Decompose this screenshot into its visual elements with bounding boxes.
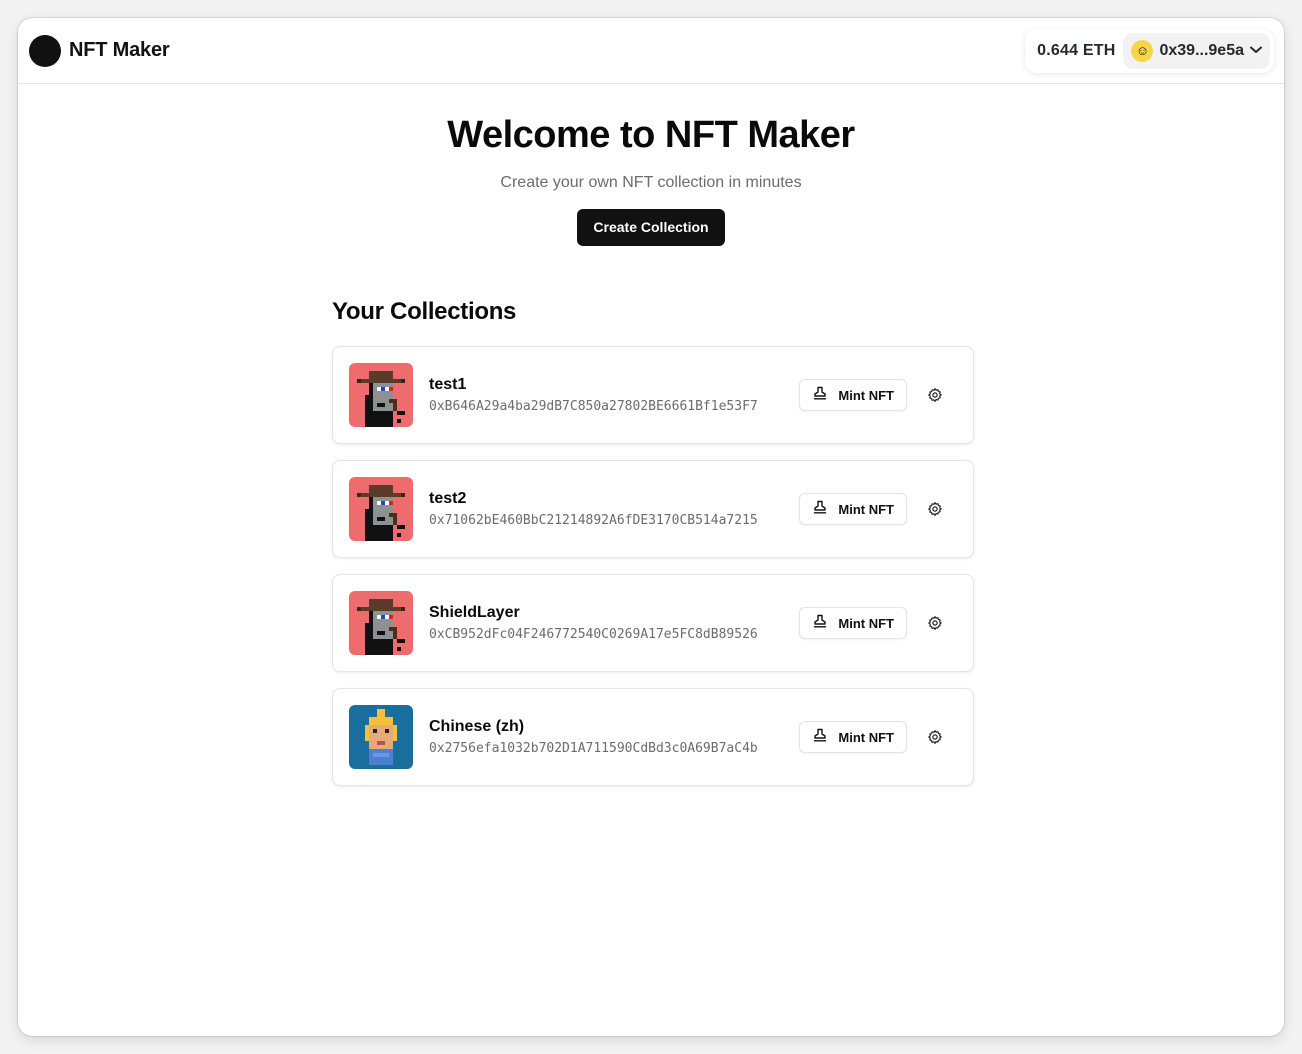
mint-nft-label: Mint NFT [838,729,894,745]
gear-icon[interactable] [925,613,945,633]
gear-icon[interactable] [925,727,945,747]
contract-address: 0x71062bE460BbC21214892A6fDE3170CB514a72… [429,513,758,528]
account-button[interactable]: ☺ 0x39...9e5a [1123,32,1270,69]
collection-card-2[interactable]: test2 0x71062bE460BbC21214892A6fDE3170CB… [332,460,974,558]
collection-name: test1 [429,376,467,393]
stamp-icon [813,728,827,746]
collection-name: test2 [429,490,467,507]
smiley-emoji-icon: ☺ [1131,39,1154,62]
mint-nft-button[interactable]: Mint NFT [799,379,907,411]
wallet-balance[interactable]: 0.644 ETH [1037,42,1115,60]
app-window: NFT Maker 0.644 ETH ☺ 0x39...9e5a Welcom… [18,18,1284,1036]
collections-section: Your Collections test1 0xB646A29a4ba29dB… [332,298,974,786]
collection-list: test1 0xB646A29a4ba29dB7C850a27802BE6661… [332,346,974,786]
contract-address: 0xCB952dFc04F246772540C0269A17e5FC8dB895… [429,627,758,642]
mint-nft-button[interactable]: Mint NFT [799,493,907,525]
wallet-address: 0x39...9e5a [1159,41,1244,59]
collection-thumbnail [349,477,413,541]
collection-name: Chinese (zh) [429,718,525,735]
collection-card-4[interactable]: Chinese (zh) 0x2756efa1032b702D1A711590C… [332,688,974,786]
brand[interactable]: NFT Maker [29,34,170,67]
hero: Welcome to NFT Maker Create your own NFT… [18,114,1284,246]
stamp-icon [813,386,827,404]
create-collection-button[interactable]: Create Collection [577,209,725,246]
chevron-down-icon [1250,42,1262,57]
collection-thumbnail [349,591,413,655]
top-nav: NFT Maker 0.644 ETH ☺ 0x39...9e5a [18,18,1284,84]
contract-address: 0xB646A29a4ba29dB7C850a27802BE6661Bf1e53… [429,399,758,414]
collection-info: test2 0x71062bE460BbC21214892A6fDE3170CB… [429,490,799,528]
stamp-icon [813,614,827,632]
page-subtitle: Create your own NFT collection in minute… [500,174,802,191]
collection-name: ShieldLayer [429,604,520,621]
mint-nft-button[interactable]: Mint NFT [799,607,907,639]
collection-info: ShieldLayer 0xCB952dFc04F246772540C0269A… [429,604,799,642]
logo-icon [29,34,61,67]
mint-nft-button[interactable]: Mint NFT [799,721,907,753]
collection-thumbnail [349,705,413,769]
collection-card-1[interactable]: test1 0xB646A29a4ba29dB7C850a27802BE6661… [332,346,974,444]
wallet-widget: 0.644 ETH ☺ 0x39...9e5a [1025,28,1274,73]
mint-nft-label: Mint NFT [838,501,894,517]
stamp-icon [813,500,827,518]
collection-thumbnail [349,363,413,427]
gear-icon[interactable] [925,499,945,519]
collection-info: test1 0xB646A29a4ba29dB7C850a27802BE6661… [429,376,799,414]
mint-nft-label: Mint NFT [838,387,894,403]
collection-info: Chinese (zh) 0x2756efa1032b702D1A711590C… [429,718,799,756]
page-title: Welcome to NFT Maker [447,114,855,156]
collection-card-3[interactable]: ShieldLayer 0xCB952dFc04F246772540C0269A… [332,574,974,672]
gear-icon[interactable] [925,385,945,405]
brand-name: NFT Maker [69,39,170,61]
section-title: Your Collections [332,298,517,325]
contract-address: 0x2756efa1032b702D1A711590CdBd3c0A69B7aC… [429,741,758,756]
mint-nft-label: Mint NFT [838,615,894,631]
